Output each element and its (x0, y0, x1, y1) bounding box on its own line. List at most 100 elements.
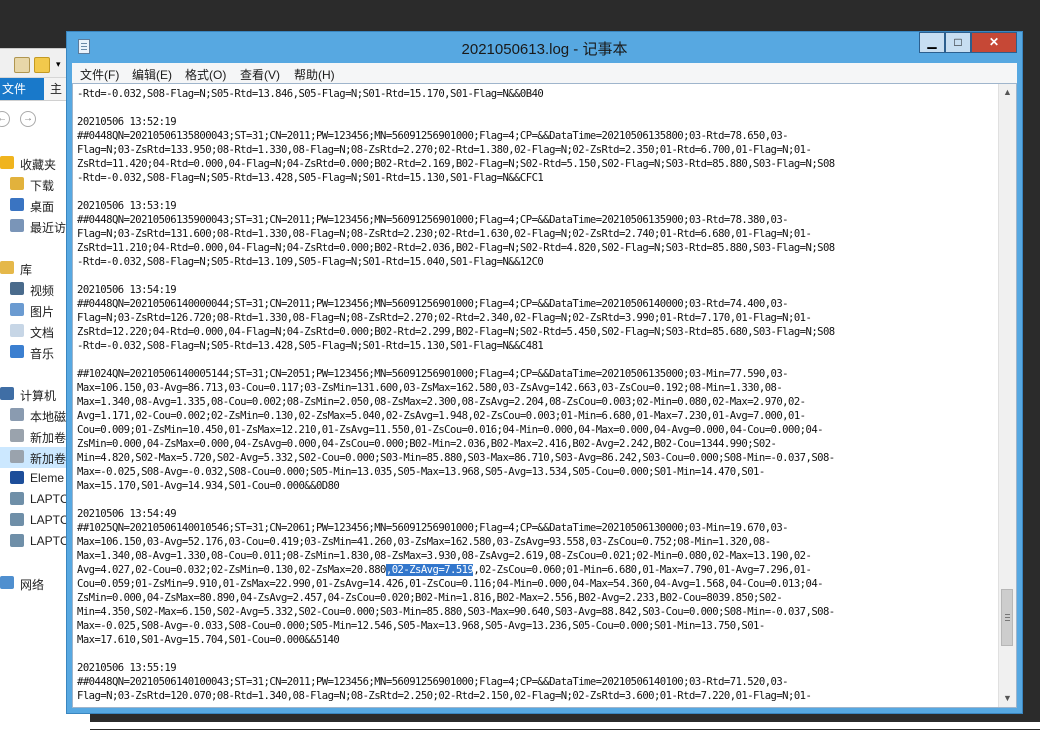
ribbon-file-tab[interactable]: 文件 (0, 78, 44, 100)
menu-help[interactable]: 帮助(H) (294, 66, 335, 83)
drive-icon (10, 450, 24, 463)
tree-item-label: 文档 (30, 326, 55, 340)
log-line[interactable]: Max=106.150,03-Avg=86.713,03-Cou=0.117;0… (77, 381, 992, 395)
log-line[interactable]: ##0448QN=20210506140100043;ST=31;CN=2011… (77, 675, 992, 689)
log-line[interactable]: -Rtd=-0.032,S08-Flag=N;S05-Rtd=13.428,S0… (77, 339, 992, 353)
tree-item-label: 视频 (30, 284, 55, 298)
log-line[interactable]: 20210506 13:53:19 (77, 199, 992, 213)
log-line[interactable]: 20210506 13:52:19 (77, 115, 992, 129)
tree-item-label: 下载 (30, 179, 55, 193)
forward-icon[interactable]: → (20, 111, 36, 127)
log-text[interactable]: -Rtd=-0.032,S08-Flag=N;S05-Rtd=13.846,S0… (77, 87, 992, 703)
log-line[interactable]: -Rtd=-0.032,S08-Flag=N;S05-Rtd=13.109,S0… (77, 255, 992, 269)
log-line[interactable]: Flag=N;03-ZsRtd=126.720;08-Rtd=1.330,08-… (77, 311, 992, 325)
local-disk-icon (10, 408, 24, 421)
log-line[interactable]: Avg=4.027,02-Cou=0.032;02-ZsMin=0.130,02… (77, 563, 992, 577)
new-folder-icon[interactable] (34, 57, 50, 73)
log-line[interactable] (77, 185, 992, 199)
log-line[interactable]: Cou=0.009;01-ZsMin=10.450,01-ZsMax=12.21… (77, 423, 992, 437)
log-line[interactable]: Flag=N;03-ZsRtd=131.600;08-Rtd=1.330,08-… (77, 227, 992, 241)
log-line[interactable]: -Rtd=-0.032,S08-Flag=N;S05-Rtd=13.846,S0… (77, 87, 992, 101)
ribbon-home-tab[interactable]: 主 (50, 78, 62, 100)
log-line[interactable]: ZsRtd=11.210;04-Rtd=0.000,04-Flag=N;04-Z… (77, 241, 992, 255)
notepad-window: 2021050613.log - 记事本 ▁ □ ✕ 文件(F) 编辑(E) 格… (66, 31, 1023, 714)
menu-view[interactable]: 查看(V) (240, 66, 280, 83)
log-line[interactable] (77, 101, 992, 115)
menu-edit[interactable]: 编辑(E) (132, 66, 172, 83)
log-line[interactable]: Max=1.340,08-Avg=1.330,08-Cou=0.011;08-Z… (77, 549, 992, 563)
tree-item-label: 新加卷 (30, 431, 67, 445)
tree-item-label: 新加卷 (30, 452, 67, 466)
log-line[interactable]: ##0448QN=20210506135800043;ST=31;CN=2011… (77, 129, 992, 143)
documents-icon (10, 324, 24, 337)
log-line[interactable] (77, 269, 992, 283)
log-line[interactable]: Avg=1.171,02-Cou=0.002;02-ZsMin=0.130,02… (77, 409, 992, 423)
log-line[interactable]: ZsMin=0.000,04-ZsMax=80.890,04-ZsAvg=2.4… (77, 591, 992, 605)
log-line[interactable]: Max=-0.025,S08-Avg=-0.033,S08-Cou=0.000;… (77, 619, 992, 633)
close-button[interactable]: ✕ (971, 32, 1017, 53)
log-line[interactable]: -Rtd=-0.032,S08-Flag=N;S05-Rtd=13.428,S0… (77, 171, 992, 185)
log-line[interactable]: 20210506 13:54:49 (77, 507, 992, 521)
pictures-icon (10, 303, 24, 316)
window-title: 2021050613.log - 记事本 (461, 41, 628, 58)
tree-item-label: 计算机 (20, 389, 57, 403)
tree-item-label: 网络 (20, 578, 45, 592)
scroll-thumb[interactable] (1001, 589, 1013, 646)
log-line[interactable]: 20210506 13:55:19 (77, 661, 992, 675)
log-line[interactable]: Max=-0.025,S08-Avg=-0.032,S08-Cou=0.000;… (77, 465, 992, 479)
tree-item-label: LAPTC (30, 492, 69, 506)
log-line[interactable]: Max=17.610,S01-Avg=15.704,S01-Cou=0.000&… (77, 633, 992, 647)
properties-icon[interactable] (14, 57, 30, 73)
tree-item-label: 收藏夹 (20, 158, 57, 172)
download-folder-icon (10, 177, 24, 190)
music-icon (10, 345, 24, 358)
star-icon (0, 156, 14, 169)
maximize-button[interactable]: □ (945, 32, 971, 53)
video-icon (10, 282, 24, 295)
back-icon[interactable]: ← (0, 111, 10, 127)
log-line[interactable]: Max=106.150,03-Avg=52.176,03-Cou=0.419;0… (77, 535, 992, 549)
network-icon (0, 576, 14, 589)
log-line[interactable]: ##0448QN=20210506140000044;ST=31;CN=2011… (77, 297, 992, 311)
wd-drive-icon (10, 471, 24, 484)
scroll-down-button[interactable]: ▼ (999, 690, 1016, 707)
log-line[interactable] (77, 493, 992, 507)
text-selection[interactable]: ,02-ZsAvg=7.519 (385, 564, 474, 576)
text-editor[interactable]: -Rtd=-0.032,S08-Flag=N;S05-Rtd=13.846,S0… (72, 83, 1017, 708)
tree-item-label: 桌面 (30, 200, 55, 214)
dropdown-icon[interactable]: ▾ (56, 60, 64, 69)
desktop-icon (10, 198, 24, 211)
log-line[interactable]: ##1025QN=20210506140010546;ST=31;CN=2061… (77, 521, 992, 535)
log-line[interactable] (77, 353, 992, 367)
title-bar[interactable]: 2021050613.log - 记事本 ▁ □ ✕ (67, 32, 1022, 64)
log-line[interactable]: ZsRtd=12.220;04-Rtd=0.000,04-Flag=N;04-Z… (77, 325, 992, 339)
tree-item-label: LAPTC (30, 513, 69, 527)
log-line[interactable]: ZsMin=0.000,04-ZsMax=0.000,04-ZsAvg=0.00… (77, 437, 992, 451)
grip-icon (1005, 614, 1010, 615)
network-drive-icon (10, 534, 24, 547)
computer-icon (0, 387, 14, 400)
network-drive-icon (10, 513, 24, 526)
log-line[interactable]: Cou=0.059;01-ZsMin=9.910,01-ZsMax=22.990… (77, 577, 992, 591)
log-line[interactable]: Flag=N;03-ZsRtd=133.950;08-Rtd=1.330,08-… (77, 143, 992, 157)
log-line[interactable]: Min=4.820,S02-Max=5.720,S02-Avg=5.332,S0… (77, 451, 992, 465)
tree-item-label: 本地磁 (30, 410, 67, 424)
tree-item-label: 音乐 (30, 347, 55, 361)
tree-item-label: 图片 (30, 305, 55, 319)
menu-format[interactable]: 格式(O) (185, 66, 226, 83)
log-line[interactable] (77, 647, 992, 661)
tree-item-label: 库 (20, 263, 33, 277)
library-icon (0, 261, 14, 274)
menu-file[interactable]: 文件(F) (80, 66, 119, 83)
vertical-scrollbar[interactable]: ▲ ▼ (998, 84, 1016, 707)
log-line[interactable]: Max=1.340,08-Avg=1.335,08-Cou=0.002;08-Z… (77, 395, 992, 409)
log-line[interactable]: ##1024QN=20210506140005144;ST=31;CN=2051… (77, 367, 992, 381)
scroll-up-button[interactable]: ▲ (999, 84, 1016, 101)
log-line[interactable]: 20210506 13:54:19 (77, 283, 992, 297)
log-line[interactable]: ZsRtd=11.420;04-Rtd=0.000,04-Flag=N;04-Z… (77, 157, 992, 171)
log-line[interactable]: Min=4.350,S02-Max=6.150,S02-Avg=5.332,S0… (77, 605, 992, 619)
log-line[interactable]: Flag=N;03-ZsRtd=120.070;08-Rtd=1.340,08-… (77, 689, 992, 703)
log-line[interactable]: Max=15.170,S01-Avg=14.934,S01-Cou=0.000&… (77, 479, 992, 493)
minimize-button[interactable]: ▁ (919, 32, 945, 53)
log-line[interactable]: ##0448QN=20210506135900043;ST=31;CN=2011… (77, 213, 992, 227)
